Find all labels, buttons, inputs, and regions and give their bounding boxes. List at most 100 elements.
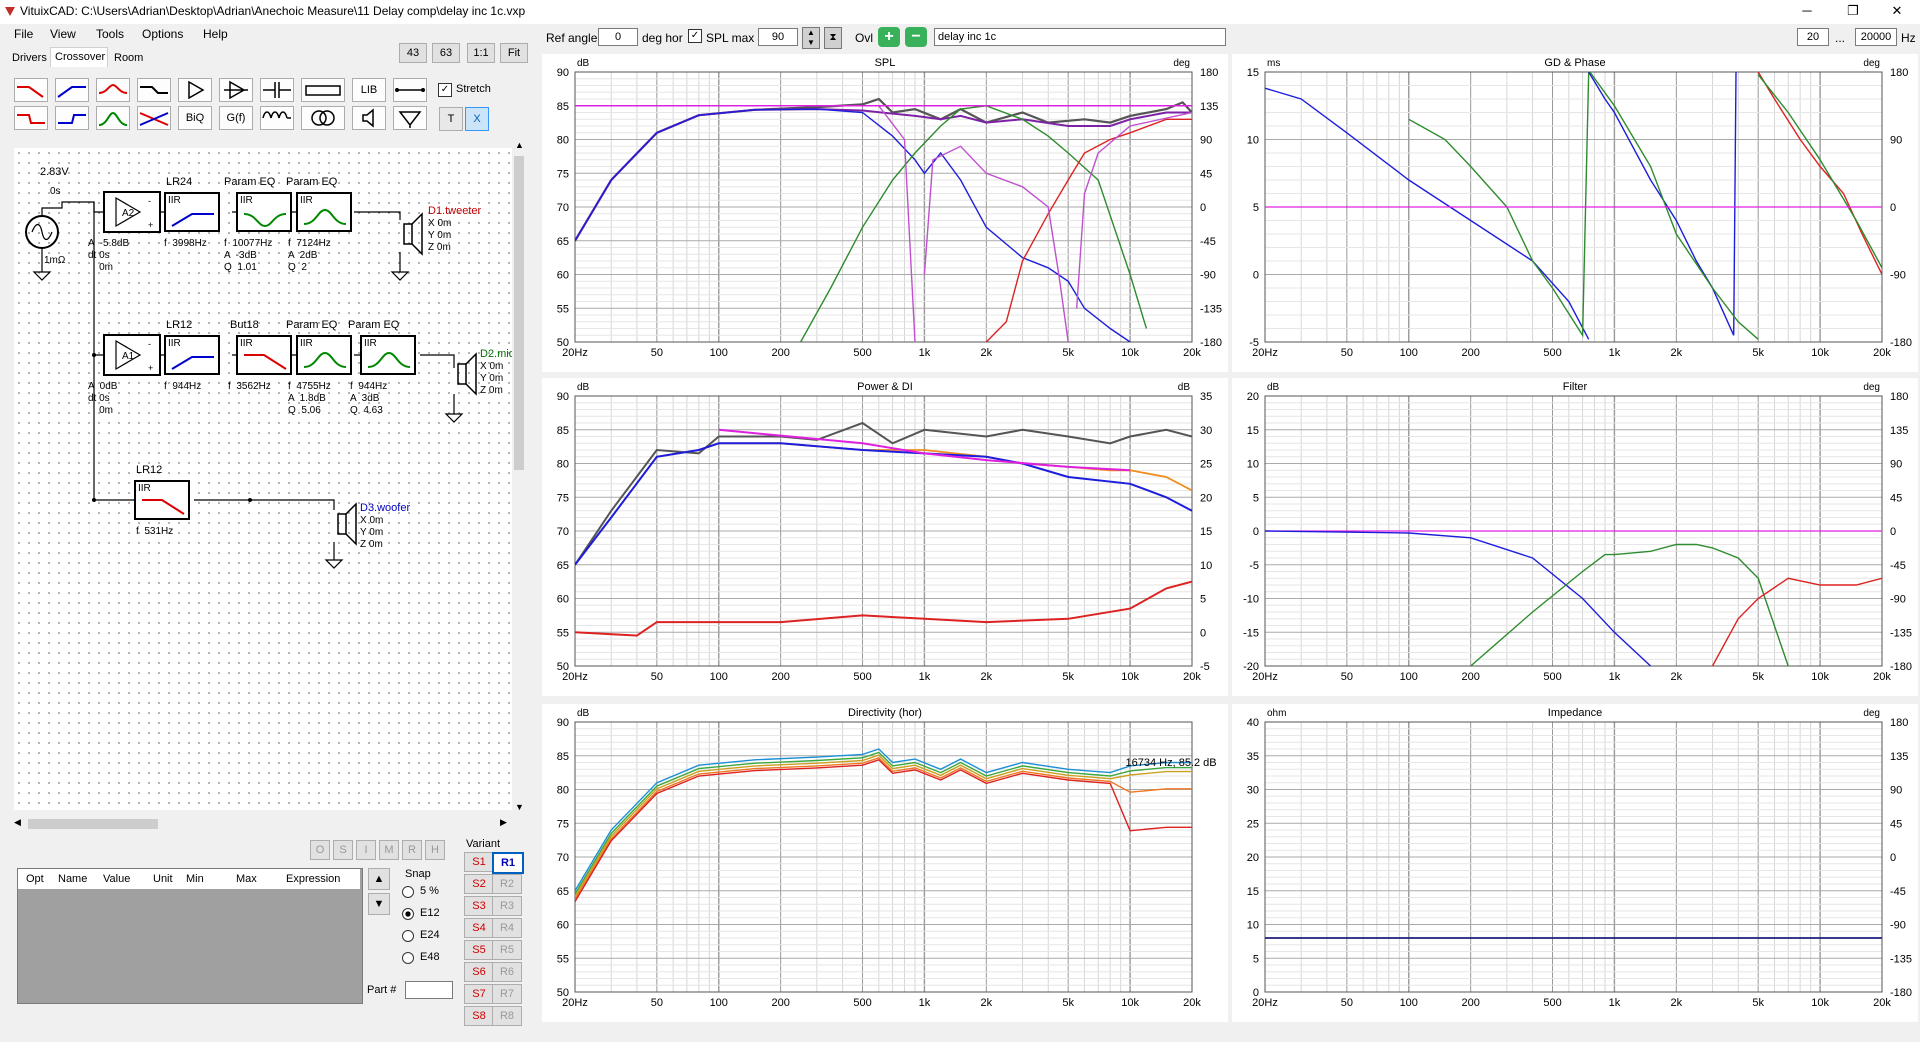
menu-file[interactable]: File xyxy=(14,27,33,41)
amplifier-tool[interactable] xyxy=(178,78,212,102)
optimize-i-button[interactable]: I xyxy=(356,840,376,860)
menu-help[interactable]: Help xyxy=(203,27,228,41)
optimize-m-button[interactable]: M xyxy=(379,840,399,860)
lr24-hp-block[interactable]: IIR xyxy=(164,192,220,232)
zoom-1to1-button[interactable]: 1:1 xyxy=(467,43,495,63)
move-down-button[interactable]: ▼ xyxy=(368,893,390,915)
snap-e48-radio[interactable] xyxy=(402,952,414,964)
freq-max-input[interactable] xyxy=(1855,28,1897,46)
highpass-blue-alt-tool[interactable] xyxy=(55,106,89,130)
snap-5pct-radio[interactable] xyxy=(402,886,414,898)
remove-overlay-button[interactable]: − xyxy=(905,27,927,47)
spl-chart[interactable]: SPL dB deg 90 180 85 135 80 90 75 45 70 0 65 -45 60 -90 5… xyxy=(542,54,1228,372)
shelf-tool[interactable] xyxy=(137,78,171,102)
column-header[interactable]: Expression xyxy=(286,873,340,885)
overlay-name-input[interactable] xyxy=(934,28,1226,46)
scroll-up-icon[interactable]: ▲ xyxy=(515,140,524,150)
spl-max-spinner[interactable]: ▲ ▼ xyxy=(802,27,820,49)
tab-crossover[interactable]: Crossover xyxy=(50,47,108,67)
driver-mid-name[interactable]: D2.mid xyxy=(480,348,515,360)
tab-room[interactable]: Room xyxy=(114,52,143,64)
column-header[interactable]: Name xyxy=(58,873,87,885)
driver-woofer-name[interactable]: D3.woofer xyxy=(360,502,410,514)
menu-view[interactable]: View xyxy=(50,27,76,41)
column-header[interactable]: Value xyxy=(103,873,130,885)
capacitor-tool[interactable] xyxy=(260,78,294,102)
variant-r6-button[interactable]: R6 xyxy=(492,962,522,982)
impedance-chart[interactable]: Impedance ohm deg 40 180 35 135 30 90 25 45 20 0 15 -4… xyxy=(1232,704,1918,1022)
schematic-horizontal-scrollbar[interactable]: ◀ ▶ xyxy=(14,816,512,832)
peq-block[interactable]: IIR xyxy=(296,192,352,232)
restore-button[interactable]: ❐ xyxy=(1830,0,1876,24)
variant-s1-button[interactable]: S1 xyxy=(464,852,494,872)
lowpass-red-tool[interactable] xyxy=(14,78,48,102)
driver-tweeter-name[interactable]: D1.tweeter xyxy=(428,205,481,217)
inductor-tool[interactable] xyxy=(260,106,294,130)
optimize-s-button[interactable]: S xyxy=(333,840,353,860)
column-header[interactable]: Min xyxy=(186,873,204,885)
column-header[interactable]: Unit xyxy=(153,873,173,885)
variant-s3-button[interactable]: S3 xyxy=(464,896,494,916)
move-up-button[interactable]: ▲ xyxy=(368,868,390,890)
delete-tool[interactable]: X xyxy=(465,107,489,131)
gd-phase-chart[interactable]: GD & Phase ms deg 15 180 10 90 5 0 0 -90 -5 -180 20Hz… xyxy=(1232,54,1918,372)
peq-block[interactable]: IIR xyxy=(296,335,352,375)
crossover-pair-tool[interactable] xyxy=(137,106,171,130)
column-header[interactable]: Max xyxy=(236,873,257,885)
menu-tools[interactable]: Tools xyxy=(96,27,124,41)
variant-r2-button[interactable]: R2 xyxy=(492,874,522,894)
directivity-chart[interactable]: Directivity (hor) dB 90 85 80 75 70 65 60 55 50 20H… xyxy=(542,704,1228,1022)
column-header[interactable]: Opt xyxy=(26,873,44,885)
scroll-down-icon[interactable]: ▼ xyxy=(515,802,524,812)
bandpass-green-tool[interactable] xyxy=(96,106,130,130)
biquad-tool[interactable]: BiQ xyxy=(178,106,212,130)
stretch-checkbox[interactable]: ✓ xyxy=(438,83,452,97)
variant-r8-button[interactable]: R8 xyxy=(492,1006,522,1026)
but18-lp-block[interactable]: IIR xyxy=(236,335,292,375)
ground-tool[interactable] xyxy=(393,106,427,130)
text-tool[interactable]: T xyxy=(439,107,463,131)
part-number-input[interactable] xyxy=(405,981,453,999)
spin-up-icon[interactable]: ▲ xyxy=(807,28,815,37)
menu-options[interactable]: Options xyxy=(142,27,183,41)
optimize-r-button[interactable]: R xyxy=(402,840,422,860)
schematic-vertical-scrollbar[interactable]: ▲ ▼ xyxy=(512,140,526,816)
spl-reset-button[interactable]: ⧗ xyxy=(824,27,842,49)
variant-s8-button[interactable]: S8 xyxy=(464,1006,494,1026)
schematic-canvas[interactable]: A2 A1 - + - + 2.83V 0s 1mΩ A -5.8dB dt 0s … xyxy=(14,148,526,810)
scroll-right-icon[interactable]: ▶ xyxy=(500,817,507,828)
snap-e12-radio[interactable] xyxy=(402,908,414,920)
transfer-function-tool[interactable]: G(f) xyxy=(219,106,253,130)
optimize-o-button[interactable]: O xyxy=(310,840,330,860)
transformer-tool[interactable] xyxy=(301,106,345,130)
zoom-63-button[interactable]: 63 xyxy=(432,43,460,63)
add-overlay-button[interactable]: + xyxy=(878,27,900,47)
scroll-left-icon[interactable]: ◀ xyxy=(14,817,21,828)
variant-s4-button[interactable]: S4 xyxy=(464,918,494,938)
variant-s7-button[interactable]: S7 xyxy=(464,984,494,1004)
wire-tool[interactable] xyxy=(393,78,427,102)
spl-max-checkbox[interactable]: ✓ xyxy=(688,29,702,43)
tab-drivers[interactable]: Drivers xyxy=(12,52,47,64)
allpass-red-tool[interactable] xyxy=(96,78,130,102)
freq-min-input[interactable] xyxy=(1797,28,1829,46)
variant-s5-button[interactable]: S5 xyxy=(464,940,494,960)
lr12-hp-block[interactable]: IIR xyxy=(164,335,220,375)
zoom-fit-button[interactable]: Fit xyxy=(500,43,528,63)
close-button[interactable]: ✕ xyxy=(1874,0,1920,24)
optimize-h-button[interactable]: H xyxy=(425,840,445,860)
scroll-thumb[interactable] xyxy=(28,819,158,829)
spin-down-icon[interactable]: ▼ xyxy=(807,38,815,47)
lr12-lp-block[interactable]: IIR xyxy=(134,480,190,520)
driver-tool[interactable] xyxy=(352,106,386,130)
amplifier-delay-tool[interactable] xyxy=(219,78,253,102)
lowpass-red-alt-tool[interactable] xyxy=(14,106,48,130)
power-di-chart[interactable]: Power & DI dB dB 90 35 85 30 80 25 75 20 70 15 65 10 60… xyxy=(542,378,1228,696)
peq-block[interactable]: IIR xyxy=(360,335,416,375)
highpass-blue-tool[interactable] xyxy=(55,78,89,102)
variant-r3-button[interactable]: R3 xyxy=(492,896,522,916)
spl-max-input[interactable] xyxy=(758,28,798,46)
peq-block[interactable]: IIR xyxy=(236,192,292,232)
variant-r5-button[interactable]: R5 xyxy=(492,940,522,960)
variant-r4-button[interactable]: R4 xyxy=(492,918,522,938)
